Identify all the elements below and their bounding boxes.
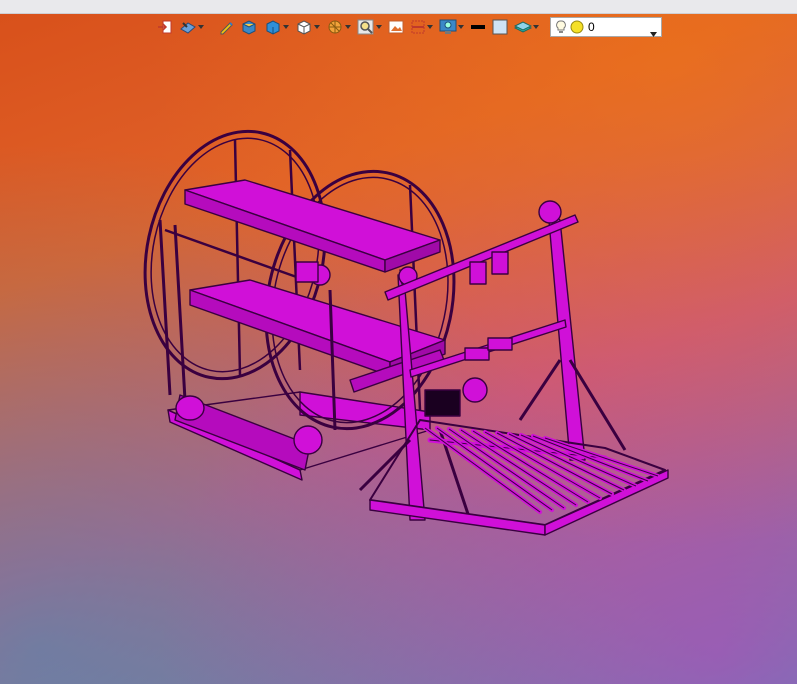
zoom-button[interactable] xyxy=(356,16,383,38)
line-color-button[interactable] xyxy=(469,16,487,38)
chevron-down-icon xyxy=(375,16,382,38)
fill-color-button[interactable] xyxy=(491,16,509,38)
chevron-down-icon xyxy=(282,16,289,38)
sketch-button[interactable] xyxy=(217,16,235,38)
image-icon xyxy=(388,19,404,35)
machine-3d-model[interactable] xyxy=(0,0,797,684)
chevron-down-icon xyxy=(650,24,657,42)
render-mode-icon xyxy=(179,19,197,35)
box-solid-icon xyxy=(240,19,258,35)
layer-select[interactable]: 0 xyxy=(550,17,662,37)
view-toolbar: 0 xyxy=(156,15,662,39)
lightbulb-icon xyxy=(555,20,567,34)
solid-view-button[interactable] xyxy=(239,16,259,38)
layer-icon xyxy=(514,19,532,35)
pencil-icon xyxy=(218,19,234,35)
exit-view-button[interactable] xyxy=(156,16,174,38)
shaded-view-button[interactable] xyxy=(263,16,290,38)
chevron-down-icon xyxy=(532,16,539,38)
display-icon xyxy=(439,19,457,35)
layer-button[interactable] xyxy=(513,16,540,38)
clipping-icon xyxy=(410,19,426,35)
display-settings-button[interactable] xyxy=(438,16,465,38)
chevron-down-icon xyxy=(457,16,464,38)
chevron-down-icon xyxy=(313,16,320,38)
snapshot-button[interactable] xyxy=(387,16,405,38)
layer-select-value: 0 xyxy=(588,20,595,34)
wireframe-view-button[interactable] xyxy=(294,16,321,38)
clipping-button[interactable] xyxy=(409,16,434,38)
chevron-down-icon xyxy=(426,16,433,38)
section-view-button[interactable] xyxy=(325,16,352,38)
section-icon xyxy=(326,19,344,35)
box-shaded-icon xyxy=(264,19,282,35)
fill-color-icon xyxy=(492,19,508,35)
zoom-icon xyxy=(357,19,375,35)
chevron-down-icon xyxy=(344,16,351,38)
line-color-icon xyxy=(470,19,486,35)
exit-icon xyxy=(157,19,173,35)
render-mode-button[interactable] xyxy=(178,16,205,38)
chevron-down-icon xyxy=(197,16,204,38)
box-wire-icon xyxy=(295,19,313,35)
sun-icon xyxy=(570,20,584,34)
title-strip xyxy=(0,0,797,14)
